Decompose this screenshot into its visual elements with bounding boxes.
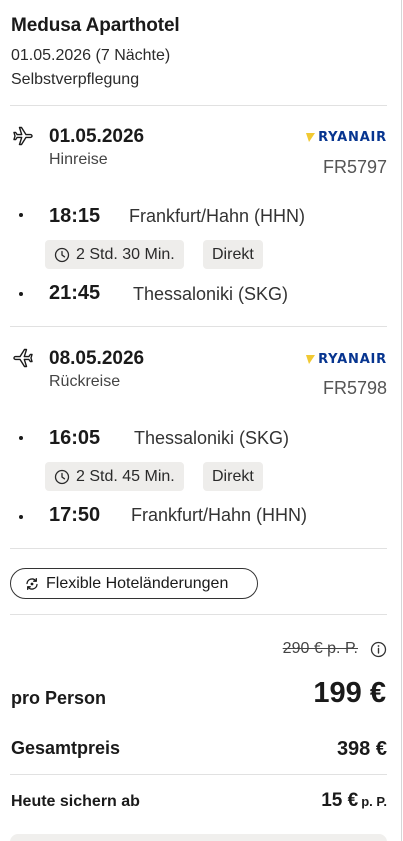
ryanair-harp-icon [306,133,316,142]
deposit-amount: 15 € [321,790,359,811]
total-price-label: Gesamtpreis [11,738,121,758]
bottom-action-bar[interactable] [10,834,387,841]
flexible-hotel-changes-label: Flexible Hoteländerungen [46,574,229,592]
outbound-date: 01.05.2026 [49,126,145,147]
airline-logo: RYANAIR [305,351,387,367]
deposit-label: Heute sichern ab [11,793,140,810]
refresh-icon [26,577,38,590]
duration-chip: 2 Std. 30 Min. [45,240,184,269]
divider [10,774,387,775]
direct-chip: Direkt [203,462,263,491]
booking-summary-panel: Medusa Aparthotel 01.05.2026 (7 Nächte) … [0,0,403,841]
divider [10,614,387,615]
old-price: 290 € p. P. [282,640,358,657]
plane-departure-icon [13,126,33,146]
airline-name: RYANAIR [318,129,387,145]
per-person-price: 199 € [313,677,386,709]
return-arrival-place: Frankfurt/Hahn (HHN) [131,505,308,525]
deposit-unit: p. P. [361,794,387,809]
clock-icon [54,247,70,262]
panel-edge [401,0,402,841]
return-direction: Rückreise [49,373,121,390]
total-price: 398 € [336,738,387,760]
flexible-hotel-changes-button[interactable]: Flexible Hoteländerungen [10,568,258,599]
outbound-departure-place: Frankfurt/Hahn (HHN) [129,206,306,226]
outbound-departure-time: 18:15 [49,205,101,227]
outbound-arrival-place: Thessaloniki (SKG) [133,284,289,304]
airline-logo: RYANAIR [305,129,387,145]
return-flight-number: FR5798 [322,378,387,398]
return-arrival-time: 17:50 [49,504,101,526]
duration-text: 2 Std. 30 Min. [76,245,175,263]
timeline-dot [19,515,23,519]
timeline-dot [19,292,23,296]
per-person-label: pro Person [11,688,107,708]
outbound-flight-number: FR5797 [322,157,387,177]
clock-icon [54,469,70,484]
outbound-direction: Hinreise [49,151,108,168]
timeline-dot [19,213,23,217]
hotel-dates: 01.05.2026 (7 Nächte) [11,47,171,64]
plane-arrival-icon [13,348,33,368]
divider [10,105,387,106]
divider [10,326,387,327]
return-departure-time: 16:05 [49,427,101,449]
divider [10,548,387,549]
deposit-price: 15 € p. P. [321,790,387,812]
return-date: 08.05.2026 [49,348,145,369]
info-icon[interactable] [370,641,387,658]
return-departure-place: Thessaloniki (SKG) [134,428,290,448]
hotel-board: Selbstverpflegung [11,71,140,88]
outbound-arrival-time: 21:45 [49,282,101,304]
ryanair-harp-icon [306,355,316,364]
airline-name: RYANAIR [318,351,387,367]
hotel-name: Medusa Aparthotel [11,15,180,36]
direct-chip: Direkt [203,240,263,269]
duration-chip: 2 Std. 45 Min. [45,462,184,491]
timeline-dot [19,436,23,440]
duration-text: 2 Std. 45 Min. [76,467,175,485]
